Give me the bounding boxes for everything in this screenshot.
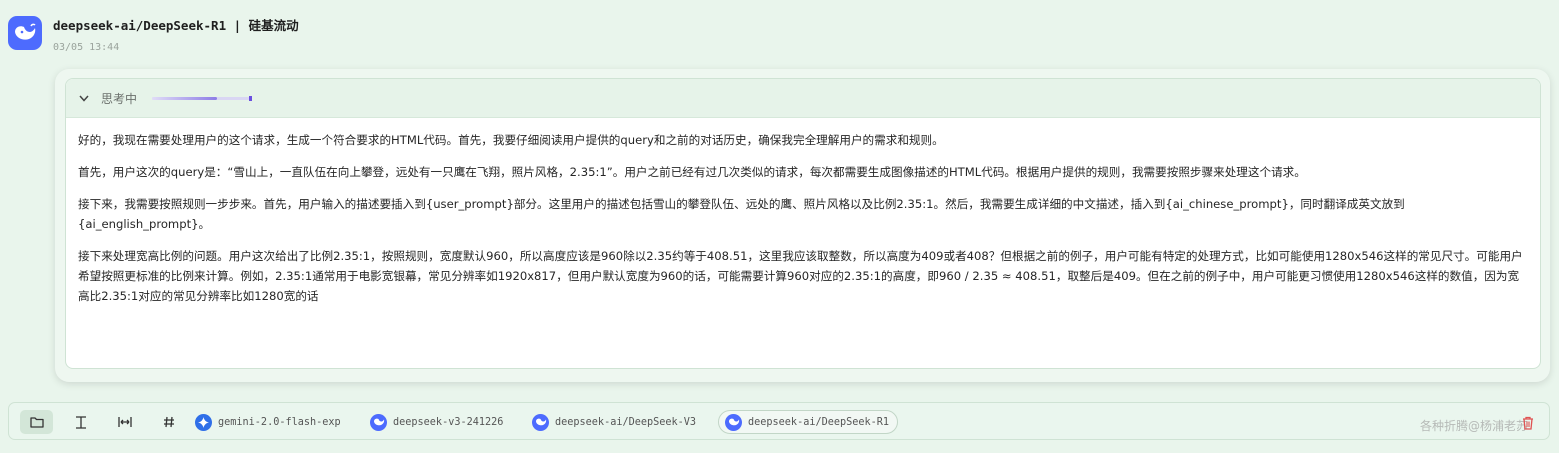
model-title: deepseek-ai/DeepSeek-R1 | 硅基流动	[53, 18, 299, 33]
thinking-paragraph: 好的，我现在需要处理用户的这个请求，生成一个符合要求的HTML代码。首先，我要仔…	[78, 133, 944, 147]
chevron-down-icon[interactable]	[79, 92, 91, 104]
thinking-toggle[interactable]: 思考中	[66, 79, 1540, 118]
text-height-button[interactable]	[64, 410, 97, 434]
model-chip-label: deepseek-ai/DeepSeek-R1	[748, 416, 890, 428]
model-chip-deepseek-v3[interactable]: deepseek-ai/DeepSeek-V3	[532, 410, 696, 434]
thinking-panel: 思考中 好的，我现在需要处理用户的这个请求，生成一个符合要求的HTML代码。首先…	[65, 78, 1541, 369]
hash-icon	[163, 416, 174, 428]
gemini-icon	[195, 413, 212, 431]
thinking-paragraph: 接下来处理宽高比例的问题。用户这次给出了比例2.35:1，按照规则，宽度默认96…	[78, 249, 1523, 303]
thinking-progress-bar	[152, 95, 253, 101]
width-icon	[117, 417, 132, 427]
model-chip-label: gemini-2.0-flash-exp	[218, 416, 341, 428]
thinking-label: 思考中	[101, 91, 138, 106]
message-timestamp: 03/05 13:44	[53, 42, 120, 53]
folder-icon	[29, 417, 44, 428]
response-card: 思考中 好的，我现在需要处理用户的这个请求，生成一个符合要求的HTML代码。首先…	[55, 69, 1550, 382]
model-chip-deepseek-v3-241226[interactable]: deepseek-v3-241226	[370, 410, 503, 434]
width-button[interactable]	[108, 410, 141, 434]
thinking-paragraph: 接下来，我需要按照规则一步步来。首先，用户输入的描述要插入到{user_prom…	[78, 197, 1405, 231]
text-height-icon	[75, 415, 86, 429]
deepseek-icon	[532, 413, 549, 431]
watermark: 各种折腾@杨浦老苏	[1420, 419, 1529, 433]
deepseek-icon	[370, 413, 387, 431]
model-chip-deepseek-r1[interactable]: deepseek-ai/DeepSeek-R1	[718, 410, 899, 434]
trash-icon[interactable]	[1521, 416, 1535, 430]
progress-fill	[152, 96, 218, 100]
input-toolbar: gemini-2.0-flash-exp deepseek-v3-241226 …	[8, 402, 1550, 440]
progress-indicator	[249, 95, 253, 101]
thinking-content: 好的，我现在需要处理用户的这个请求，生成一个符合要求的HTML代码。首先，我要仔…	[66, 118, 1540, 306]
hash-button[interactable]	[152, 410, 185, 434]
folder-button[interactable]	[20, 410, 53, 434]
thinking-paragraph: 首先，用户这次的query是：“雪山上，一直队伍在向上攀登，远处有一只鹰在飞翔，…	[78, 165, 1306, 179]
deepseek-icon	[725, 413, 742, 431]
deepseek-avatar	[8, 16, 42, 50]
model-chip-label: deepseek-v3-241226	[393, 416, 504, 428]
model-chip-label: deepseek-ai/DeepSeek-V3	[555, 416, 697, 428]
message-header: deepseek-ai/DeepSeek-R1 | 硅基流动 03/05 13:…	[8, 16, 299, 53]
model-chip-gemini[interactable]: gemini-2.0-flash-exp	[195, 410, 341, 434]
deepseek-whale-icon	[15, 23, 36, 40]
